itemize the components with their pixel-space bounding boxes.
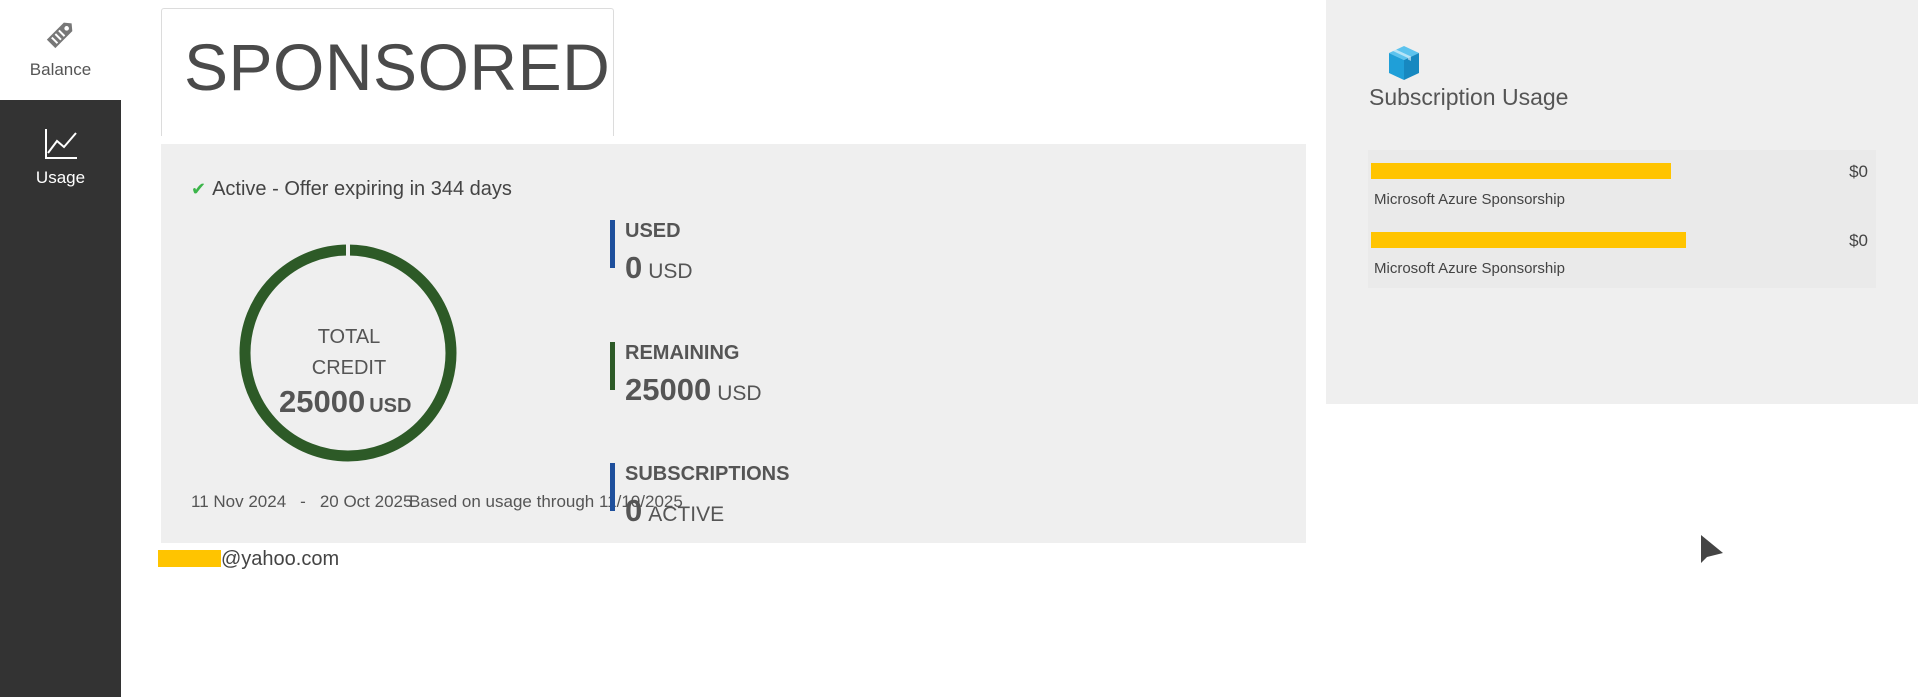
offer-date-range: 11 Nov 2024-20 Oct 2025: [191, 492, 412, 512]
metric-label: REMAINING: [625, 342, 740, 364]
tag-icon: [46, 22, 72, 49]
sidebar-item-label: Usage: [35, 168, 86, 187]
metric-value: 0 USD: [625, 250, 693, 286]
subscription-usage-title: Subscription Usage: [1369, 84, 1569, 110]
list-item[interactable]: $0 Microsoft Azure Sponsorship: [1368, 219, 1876, 281]
subscription-usage-panel: Subscription Usage $0 Microsoft Azure Sp…: [1326, 0, 1918, 404]
list-item[interactable]: $0 Microsoft Azure Sponsorship: [1368, 150, 1876, 212]
package-box-icon: [1389, 46, 1419, 80]
metric-label: SUBSCRIPTIONS: [625, 463, 790, 485]
metric-value: 25000 USD: [625, 372, 762, 408]
total-credit-value: 25000 USD: [279, 384, 411, 420]
metric-unit: ACTIVE: [648, 503, 725, 526]
metric-value: 0 ACTIVE: [625, 493, 724, 529]
tab-title: SPONSORED: [184, 30, 611, 104]
metric-indicator-bar: [610, 463, 615, 511]
redacted-username: [158, 550, 221, 567]
app-root: Balance Usage SPONSORED ✔ Active - Offer …: [0, 0, 1918, 697]
offer-status: ✔ Active - Offer expiring in 344 days: [191, 178, 512, 201]
offer-panel: ✔ Active - Offer expiring in 344 days TOT…: [161, 144, 1306, 543]
metric-number: 0: [625, 493, 643, 528]
usage-bar: [1371, 163, 1671, 179]
metric-number: 25000: [625, 372, 712, 407]
line-chart-icon: [44, 129, 77, 159]
tab-sponsored[interactable]: SPONSORED: [161, 8, 614, 136]
sidebar: Balance Usage: [0, 0, 121, 697]
usage-amount: $0: [1849, 231, 1868, 250]
subscription-usage-list: $0 Microsoft Azure Sponsorship $0 Micros…: [1368, 150, 1876, 288]
subscription-name: Microsoft Azure Sponsorship: [1374, 191, 1565, 208]
date-separator: -: [300, 492, 306, 511]
metric-number: 0: [625, 250, 643, 285]
sidebar-item-label: Balance: [29, 60, 92, 79]
mouse-cursor-icon: [1701, 535, 1723, 563]
email-domain: @yahoo.com: [221, 548, 340, 570]
end-date: 20 Oct 2025: [319, 492, 413, 511]
check-icon: ✔: [191, 179, 207, 199]
account-email: @yahoo.com: [158, 548, 339, 571]
total-credit-number: 25000: [279, 384, 366, 419]
offer-status-text: Active - Offer expiring in 344 days: [212, 178, 512, 200]
donut-label: TOTAL CREDIT: [238, 322, 460, 384]
metric-unit: USD: [648, 260, 693, 283]
metric-indicator-bar: [610, 342, 615, 390]
subscription-name: Microsoft Azure Sponsorship: [1374, 260, 1565, 277]
total-credit-unit: USD: [369, 395, 412, 417]
total-label-line1: TOTAL: [317, 326, 381, 348]
metric-label: USED: [625, 220, 681, 242]
start-date: 11 Nov 2024: [191, 492, 287, 511]
metric-indicator-bar: [610, 220, 615, 268]
usage-bar: [1371, 232, 1686, 248]
metric-unit: USD: [717, 382, 762, 405]
total-label-line2: CREDIT: [311, 357, 387, 379]
sidebar-item-usage[interactable]: Usage: [0, 112, 121, 202]
usage-amount: $0: [1849, 162, 1868, 181]
sidebar-item-balance[interactable]: Balance: [0, 0, 121, 100]
